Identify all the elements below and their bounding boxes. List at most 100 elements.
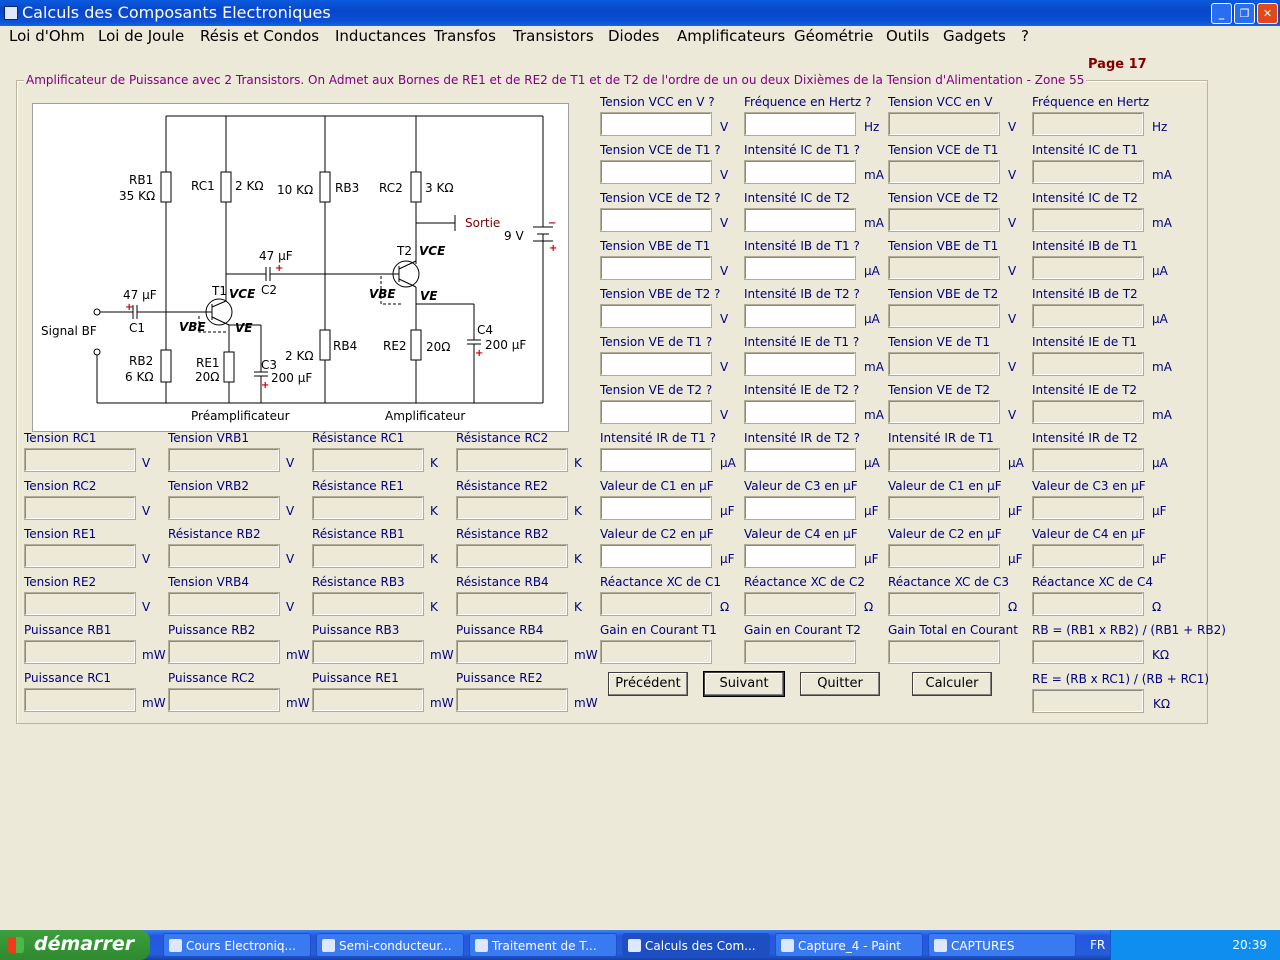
input-valeur-de-c4-en-f[interactable] [744,544,856,568]
menu-loi-joule[interactable]: Loi de Joule [98,27,184,45]
right-label: Gain en Courant T2 [744,623,861,637]
right-label: Intensité IR de T1 [888,431,994,445]
previous-button[interactable]: Précédent [608,672,688,696]
input-intensite-ic-de-t1[interactable] [744,160,856,184]
quit-button[interactable]: Quitter [800,672,880,696]
unit-label: µF [864,504,879,518]
result-puissance-rb2 [168,640,280,664]
maximize-button[interactable]: ❐ [1234,3,1255,24]
menu-geometrie[interactable]: Géométrie [794,27,873,45]
unit-label: mA [1152,216,1172,230]
menu-resis-condos[interactable]: Résis et Condos [200,27,319,45]
input-frequence-en-hertz[interactable] [744,112,856,136]
input-intensite-ir-de-t1[interactable] [600,448,712,472]
task-calculs[interactable]: Calculs des Com... [622,933,770,957]
result-puissance-re2 [456,688,568,712]
unit-label: K [574,456,582,470]
left-label: Résistance RB2 [168,527,261,541]
input-tension-vcc-en-v[interactable] [600,112,712,136]
input-valeur-de-c2-en-f[interactable] [600,544,712,568]
menu-transfos[interactable]: Transfos [434,27,496,45]
result-tension-vbe-de-t1 [888,256,1000,280]
right-label: Tension VCE de T1 [888,143,999,157]
task-paint[interactable]: Capture_4 - Paint [775,933,923,957]
unit-label: mA [864,408,884,422]
menu-gadgets[interactable]: Gadgets [943,27,1006,45]
input-tension-vce-de-t2[interactable] [600,208,712,232]
right-label: RB = (RB1 x RB2) / (RB1 + RB2) [1032,623,1226,637]
menu-help[interactable]: ? [1021,27,1029,45]
result-intensite-ie-de-t1 [1032,352,1144,376]
unit-label: V [142,600,151,614]
input-intensite-ib-de-t2[interactable] [744,304,856,328]
unit-label: V [720,168,729,182]
menu-amplificateurs[interactable]: Amplificateurs [677,27,785,45]
right-label: Réactance XC de C1 [600,575,721,589]
label-t1-vce: VCE [229,287,256,301]
input-intensite-ie-de-t2[interactable] [744,400,856,424]
input-tension-vbe-de-t2[interactable] [600,304,712,328]
unit-label: mW [430,648,454,662]
label-c4-value: 200 µF [485,338,526,352]
unit-label: K [574,552,582,566]
close-button[interactable]: ✕ [1257,3,1278,24]
menu-bar: Loi d'Ohm Loi de Joule Résis et Condos I… [0,26,1280,48]
result-tension-rc1 [24,448,136,472]
task-cours-electronique[interactable]: Cours Electroniq... [163,933,311,957]
input-tension-ve-de-t1[interactable] [600,352,712,376]
label-t1-ve: VE [235,321,253,335]
menu-outils[interactable]: Outils [886,27,929,45]
label-re1: RE1 [196,356,220,370]
result-resistance-rc2 [456,448,568,472]
label-re2: RE2 [383,339,407,353]
left-label: Puissance RB3 [312,623,400,637]
next-button[interactable]: Suivant [703,671,785,697]
label-rb3-value: 10 KΩ [277,183,313,197]
label-t2-ve: VE [420,289,438,303]
input-intensite-ic-de-t2[interactable] [744,208,856,232]
title-bar[interactable]: Calculs des Composants Electroniques _ ❐… [0,0,1280,26]
browser-icon [169,939,182,952]
label-signal-bf: Signal BF [41,324,97,338]
input-valeur-de-c1-en-f[interactable] [600,496,712,520]
label-t2-vbe: VBE [369,287,396,301]
compute-button[interactable]: Calculer [912,672,992,696]
result-resistance-rb2 [456,544,568,568]
right-label: Réactance XC de C3 [888,575,1009,589]
unit-label: µF [720,504,735,518]
left-label: Résistance RB1 [312,527,405,541]
unit-label: µF [720,552,735,566]
result-gain-total-en-courant [888,640,1000,664]
unit-label: µF [864,552,879,566]
input-valeur-de-c3-en-f[interactable] [744,496,856,520]
start-button[interactable]: démarrer [0,930,150,960]
minimize-button[interactable]: _ [1211,3,1232,24]
task-semi-conducteur[interactable]: Semi-conducteur... [316,933,464,957]
task-traitement[interactable]: Traitement de T... [469,933,617,957]
task-captures[interactable]: CAPTURES [928,933,1076,957]
input-intensite-ie-de-t1[interactable] [744,352,856,376]
label-rb1-value: 35 KΩ [119,189,155,203]
left-label: Résistance RE1 [312,479,405,493]
input-tension-vce-de-t1[interactable] [600,160,712,184]
left-label: Tension RE1 [24,527,97,541]
menu-inductances[interactable]: Inductances [335,27,426,45]
menu-transistors[interactable]: Transistors [513,27,594,45]
unit-label: V [720,264,729,278]
menu-loi-ohm[interactable]: Loi d'Ohm [9,27,85,45]
app-icon[interactable] [4,6,18,20]
result-tension-re2 [24,592,136,616]
input-tension-ve-de-t2[interactable] [600,400,712,424]
unit-label: µA [864,312,880,326]
input-intensite-ir-de-t2[interactable] [744,448,856,472]
clock[interactable]: 20:39 [1232,938,1267,952]
input-intensite-ib-de-t1[interactable] [744,256,856,280]
result-tension-re1 [24,544,136,568]
right-label: Valeur de C2 en µF [888,527,1002,541]
input-tension-vbe-de-t1[interactable] [600,256,712,280]
right-label: Tension VE de T2 ? [600,383,713,397]
right-label: Valeur de C3 en µF [744,479,858,493]
result-resistance-rb4 [456,592,568,616]
language-indicator[interactable]: FR [1090,938,1105,952]
menu-diodes[interactable]: Diodes [608,27,659,45]
